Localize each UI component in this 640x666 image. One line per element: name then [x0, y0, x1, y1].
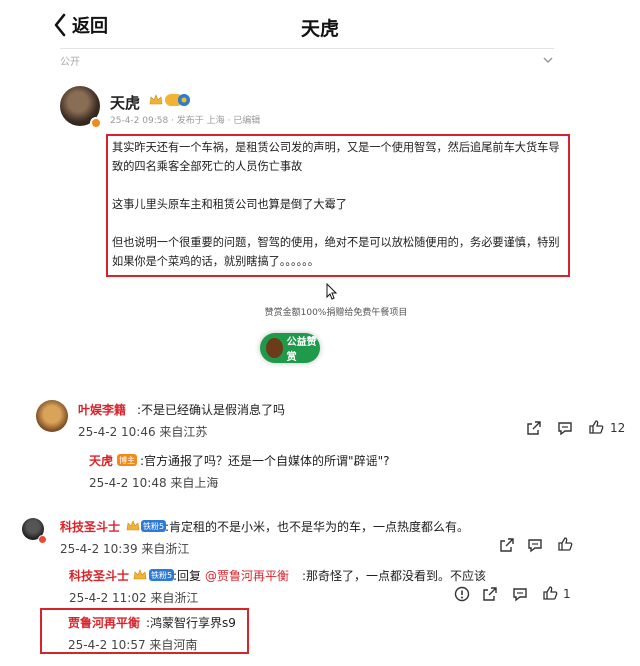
comment-reply-prefix: :回复: [173, 569, 202, 583]
comment-meta: 25-4-2 11:02 来自浙江: [69, 591, 199, 605]
commenter-name[interactable]: 科技圣斗士: [69, 567, 129, 584]
charity-button-label: 公益赞赏: [286, 337, 317, 363]
cursor-icon: [326, 283, 338, 300]
fan-tag: 铁粉5: [141, 520, 167, 532]
share-icon[interactable]: [526, 420, 542, 436]
visibility-row[interactable]: 公开: [60, 48, 554, 72]
share-icon[interactable]: [482, 586, 498, 602]
comment-text: :那奇怪了，一点都没看到。不应该: [302, 569, 487, 583]
verified-icon: [178, 94, 190, 106]
commenter-name[interactable]: 天虎: [89, 452, 113, 469]
charity-tip-button[interactable]: 公益赞赏: [260, 333, 320, 363]
post-meta: 25-4-2 09:58 · 发布于 上海 · 已编辑: [110, 116, 261, 126]
like-icon[interactable]: [542, 585, 558, 601]
comment-meta: 25-4-2 10:46 来自江苏: [78, 425, 208, 439]
comment-icon[interactable]: [557, 420, 573, 436]
commenter-avatar[interactable]: [36, 400, 68, 432]
commenter-name[interactable]: 叶娱李籍: [78, 401, 126, 418]
like-icon[interactable]: [557, 536, 573, 552]
post-author-name[interactable]: 天虎: [110, 92, 140, 113]
author-tag: 博主: [117, 454, 137, 466]
avatar-badge-icon: [90, 117, 102, 129]
chevron-down-icon: [543, 57, 553, 64]
comment-meta: 25-4-2 10:39 来自浙江: [60, 542, 190, 556]
post-body: 其实昨天还有一个车祸，是租赁公司发的声明，又是一个使用智驾，然后追尾前车大货车导…: [112, 138, 564, 271]
charity-icon: [266, 338, 283, 358]
crown-icon: [126, 520, 140, 531]
comment-icon[interactable]: [527, 537, 543, 553]
commenter-name[interactable]: 贾鲁河再平衡: [68, 614, 140, 631]
post-paragraph: 其实昨天还有一个车祸，是租赁公司发的声明，又是一个使用智驾，然后追尾前车大货车导…: [112, 141, 560, 173]
charity-note: 赞赏金额100%捐赠给免费午餐项目: [264, 308, 408, 318]
page-title: 天虎: [300, 18, 339, 40]
comment-meta: 25-4-2 10:48 来自上海: [89, 476, 219, 490]
comment-text: :不是已经确认是假消息了吗: [137, 403, 286, 417]
fan-tag: 铁粉5: [149, 569, 175, 581]
post-paragraph: 这事儿里头原车主和租赁公司也算是倒了大霉了: [112, 198, 347, 211]
like-count: 12: [610, 421, 626, 435]
comment-text: :鸿蒙智行享界s9: [146, 616, 236, 630]
comment-text: :肯定租的不是小米，也不是华为的车，一点热度都么有。: [165, 520, 470, 534]
share-icon[interactable]: [499, 537, 515, 553]
mention-link[interactable]: @贾鲁河再平衡: [205, 567, 289, 584]
visibility-label: 公开: [60, 57, 80, 68]
info-icon[interactable]: [454, 586, 470, 602]
commenter-name[interactable]: 科技圣斗士: [60, 518, 120, 535]
post-paragraph: 但也说明一个很重要的问题，智驾的使用，绝对不是可以放松随便用的，务必要谨慎，特别…: [112, 236, 560, 268]
comment-icon[interactable]: [512, 586, 528, 602]
comment-meta: 25-4-2 10:57 来自河南: [68, 638, 198, 652]
crown-icon: [149, 94, 163, 105]
like-icon[interactable]: [588, 419, 604, 435]
crown-icon: [133, 569, 147, 580]
avatar-badge-icon: [38, 535, 47, 544]
like-count: 1: [563, 587, 571, 601]
comment-text: :官方通报了吗？还是一个自媒体的所谓"辟谣"?: [140, 454, 390, 468]
